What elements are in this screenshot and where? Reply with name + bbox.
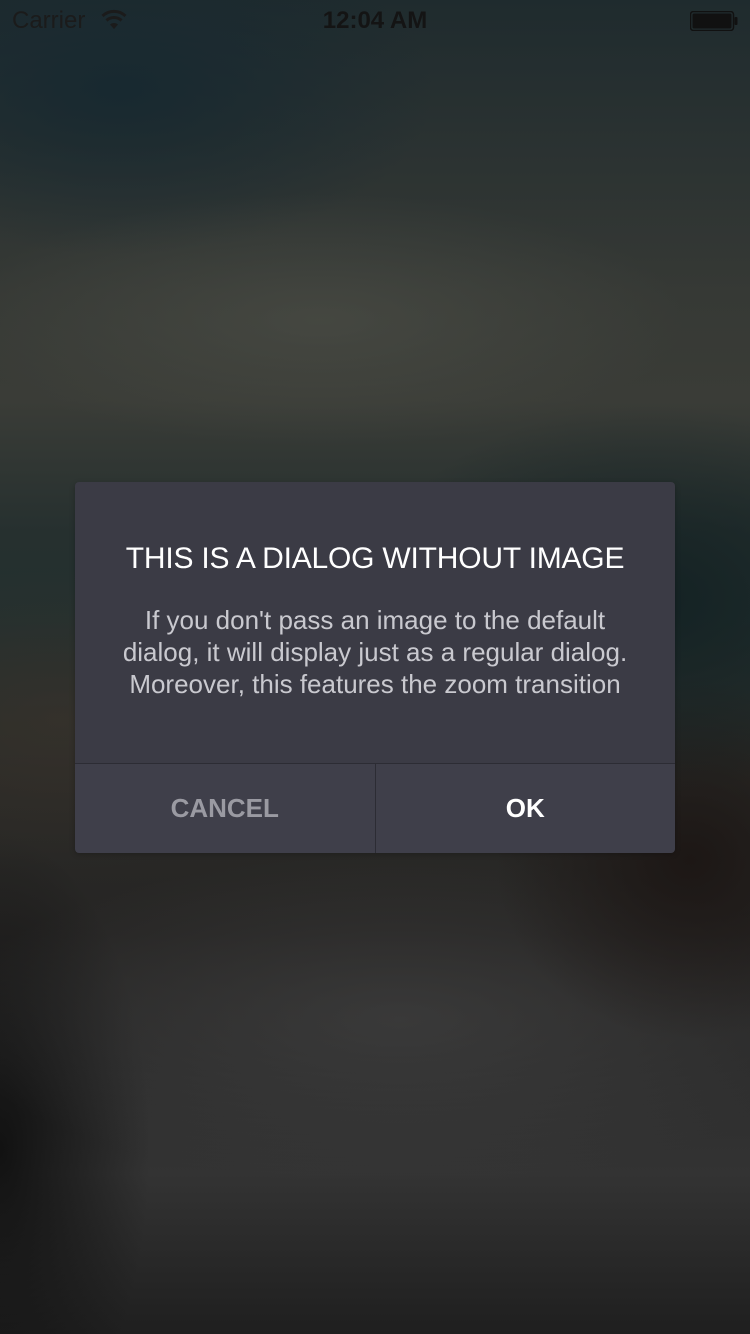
status-time: 12:04 AM (322, 7, 428, 34)
battery-icon (690, 11, 738, 31)
status-bar: Carrier 12:04 AM (0, 0, 750, 40)
cancel-button[interactable]: CANCEL (75, 764, 376, 853)
dialog-buttons: CANCEL OK (75, 763, 675, 853)
dialog-message-line: dialog, it will display just as a regula… (122, 637, 628, 667)
dialog-title: THIS IS A DIALOG WITHOUT IMAGE (125, 542, 625, 575)
dialog-message-line: If you don't pass an image to the defaul… (144, 605, 606, 635)
ok-button[interactable]: OK (376, 764, 676, 853)
dialog-message: If you don't pass an image to the defaul… (90, 604, 660, 700)
dialog-message-line: Moreover, this features the zoom transit… (129, 669, 621, 699)
